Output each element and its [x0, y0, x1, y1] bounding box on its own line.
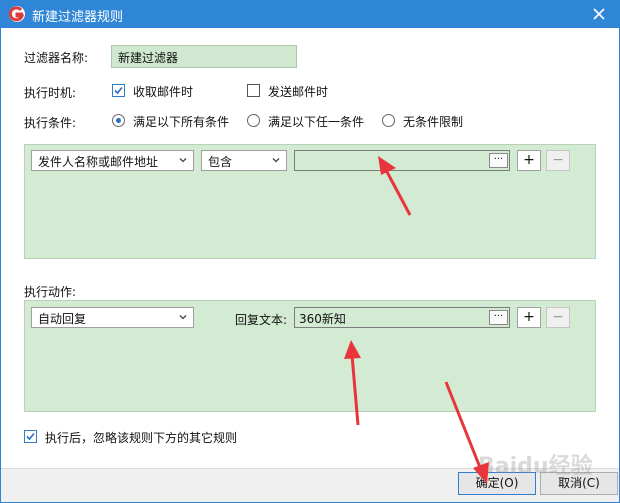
filter-name-input[interactable]: 新建过滤器	[111, 45, 297, 68]
cond-none-label: 无条件限制	[403, 115, 464, 129]
close-button[interactable]	[588, 4, 610, 24]
cond-all-label: 满足以下所有条件	[133, 115, 230, 129]
send-checkbox[interactable]	[247, 84, 260, 97]
checkmark-icon	[26, 432, 35, 441]
send-label: 发送邮件时	[268, 85, 329, 99]
condition-label: 执行条件:	[24, 116, 77, 130]
filter-name-label: 过滤器名称:	[24, 51, 89, 65]
action-select-value: 自动回复	[38, 312, 87, 326]
cancel-button[interactable]: 取消(C)	[540, 472, 618, 495]
chevron-down-icon	[272, 158, 280, 163]
reply-text-label: 回复文本:	[235, 313, 288, 327]
reply-browse-button[interactable]: ···	[489, 310, 508, 325]
condition-add-button[interactable]: +	[517, 150, 541, 171]
action-label: 执行动作:	[24, 285, 77, 299]
action-remove-button[interactable]: −	[546, 307, 570, 328]
cond-any-label: 满足以下任一条件	[268, 115, 365, 129]
condition-operator-select[interactable]: 包含	[201, 150, 287, 171]
condition-field-value: 发件人名称或邮件地址	[38, 155, 159, 169]
chevron-down-icon	[179, 158, 187, 163]
cond-none-radio[interactable]	[382, 114, 395, 127]
condition-value-input[interactable]	[294, 150, 510, 171]
receive-label: 收取邮件时	[133, 85, 194, 99]
action-select[interactable]: 自动回复	[31, 307, 194, 328]
condition-field-select[interactable]: 发件人名称或邮件地址	[31, 150, 194, 171]
ok-button[interactable]: 确定(O)	[458, 472, 536, 495]
condition-browse-button[interactable]: ···	[489, 153, 508, 168]
action-add-button[interactable]: +	[517, 307, 541, 328]
ignore-rules-label: 执行后，忽略该规则下方的其它规则	[45, 431, 238, 445]
condition-operator-value: 包含	[208, 155, 233, 169]
checkmark-icon	[114, 86, 123, 95]
window-title: 新建过滤器规则	[32, 10, 124, 25]
app-logo-icon	[8, 6, 25, 22]
chevron-down-icon	[179, 315, 187, 320]
close-icon	[593, 8, 605, 20]
ignore-rules-checkbox[interactable]	[24, 430, 37, 443]
cond-any-radio[interactable]	[247, 114, 260, 127]
timing-label: 执行时机:	[24, 86, 77, 100]
condition-remove-button[interactable]: −	[546, 150, 570, 171]
receive-checkbox[interactable]	[112, 84, 125, 97]
title-bar: 新建过滤器规则	[0, 0, 620, 28]
cond-all-radio[interactable]	[112, 114, 125, 127]
reply-text-input[interactable]: 360新知	[294, 307, 510, 328]
